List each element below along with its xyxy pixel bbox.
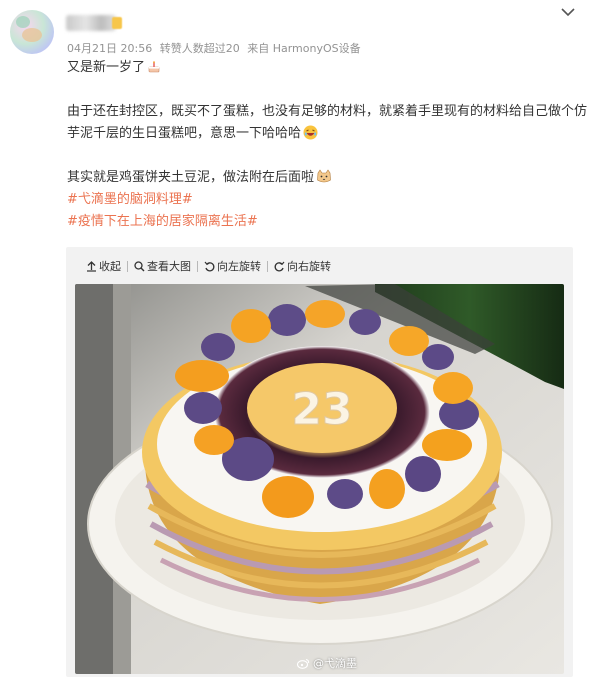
- collapse-label: 收起: [99, 260, 121, 273]
- username-blurred[interactable]: [66, 15, 116, 31]
- cat-emoji-icon: [317, 169, 331, 183]
- cake-emoji-icon: [148, 61, 160, 73]
- laughing-emoji-icon: [303, 125, 318, 140]
- hashtag-link[interactable]: #疫情下在上海的居家隔离生活#: [67, 211, 587, 233]
- view-large-label: 查看大图: [147, 260, 191, 273]
- post-line-2: 由于还在封控区，既买不了蛋糕，也没有足够的材料，就紧着手里现有的材料给自己做个仿…: [67, 104, 588, 141]
- view-large-button[interactable]: 查看大图: [134, 258, 191, 274]
- toolbar-divider: [267, 260, 268, 272]
- collapse-button[interactable]: 收起: [86, 258, 121, 274]
- toolbar-divider: [197, 260, 198, 272]
- rotate-right-label: 向右旋转: [287, 260, 331, 273]
- image-viewer: 收起 查看大图 向左旋转 向右旋转 23 @弋滴墨: [66, 247, 573, 677]
- post-line-3: 其实就是鸡蛋饼夹土豆泥，做法附在后面啦: [67, 170, 315, 185]
- image-toolbar: 收起 查看大图 向左旋转 向右旋转: [86, 257, 331, 275]
- image-watermark: @弋滴墨: [297, 655, 357, 671]
- vip-badge: [112, 17, 122, 29]
- search-icon: [134, 260, 145, 271]
- rotate-left-label: 向左旋转: [217, 260, 261, 273]
- post-source: 来自 HarmonyOS设备: [247, 42, 361, 55]
- toolbar-divider: [127, 260, 128, 272]
- repost-info: 转赞人数超过20: [159, 42, 240, 55]
- rotate-right-button[interactable]: 向右旋转: [274, 258, 331, 274]
- weibo-logo-icon: [297, 658, 310, 669]
- post-timestamp[interactable]: 04月21日 20:56: [67, 42, 152, 55]
- avatar[interactable]: [10, 10, 54, 54]
- watermark-text: @弋滴墨: [313, 657, 357, 670]
- post-meta: 04月21日 20:56 转赞人数超过20 来自 HarmonyOS设备: [67, 40, 365, 56]
- cake-photo[interactable]: 23 @弋滴墨: [75, 284, 564, 674]
- cake-illustration: 23: [75, 284, 564, 674]
- chevron-down-icon[interactable]: [560, 6, 576, 18]
- post-line-1: 又是新一岁了: [67, 60, 146, 75]
- rotate-left-icon: [204, 261, 215, 271]
- rotate-right-icon: [274, 261, 285, 271]
- cake-number-text: 23: [291, 384, 352, 435]
- collapse-icon: [87, 260, 96, 272]
- rotate-left-button[interactable]: 向左旋转: [204, 258, 261, 274]
- post-content: 又是新一岁了 由于还在封控区，既买不了蛋糕，也没有足够的材料，就紧着手里现有的材…: [67, 57, 587, 233]
- hashtag-link[interactable]: #弋滴墨的脑洞料理#: [67, 189, 587, 211]
